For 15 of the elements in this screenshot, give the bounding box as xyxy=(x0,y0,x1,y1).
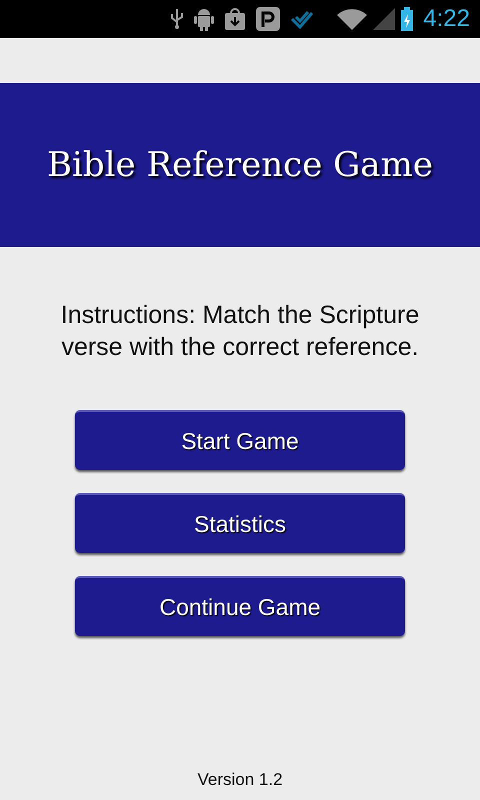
usb-icon xyxy=(170,8,184,30)
menu-button[interactable]: Start Game xyxy=(75,410,405,470)
menu-button[interactable]: Continue Game xyxy=(75,576,405,636)
android-icon xyxy=(194,7,214,31)
battery-icon xyxy=(401,7,414,31)
download-icon xyxy=(224,7,246,31)
version-label: Version 1.2 xyxy=(196,770,284,790)
signal-icon xyxy=(373,8,396,30)
menu-button[interactable]: Statistics xyxy=(75,493,405,553)
p-logo-icon xyxy=(256,7,280,31)
clock-time: 4:22 xyxy=(423,5,470,33)
checkmark-icon xyxy=(290,9,314,29)
wifi-icon xyxy=(337,8,368,30)
instructions-text: Instructions: Match the Scripture verse with the correct reference. xyxy=(60,300,420,363)
app-title: Bible Reference Game xyxy=(47,145,433,185)
